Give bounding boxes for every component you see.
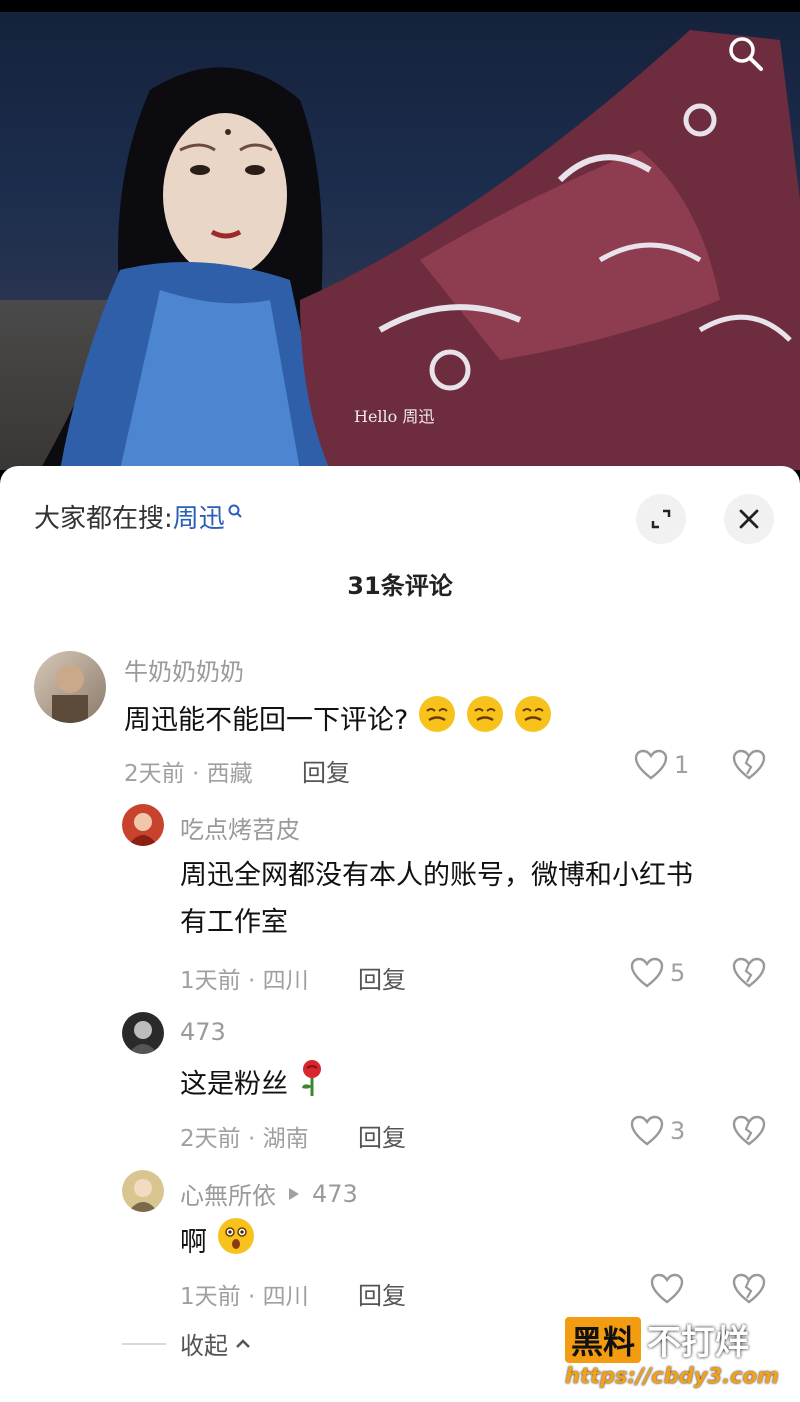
reply-arrow-icon: [289, 1187, 299, 1200]
hot-search-prefix: 大家都在搜:: [34, 504, 173, 534]
like-button[interactable]: 1: [634, 749, 689, 781]
comment-text: 啊: [180, 1216, 256, 1271]
like-button[interactable]: 5: [630, 957, 685, 989]
smiling-face-emoji: [417, 694, 555, 749]
like-button[interactable]: [650, 1273, 690, 1305]
reply-button[interactable]: 回复: [358, 1118, 406, 1153]
comment-text: 周迅全网都没有本人的账号，微博和小红书 有工作室: [180, 852, 693, 946]
watermark: 黑料 不打烊 https://cbdy3.com: [565, 1315, 780, 1388]
dislike-button[interactable]: [732, 749, 766, 785]
watermark-box-text: 黑料: [565, 1316, 642, 1363]
avatar[interactable]: [122, 1170, 164, 1212]
dislike-button[interactable]: [732, 957, 766, 993]
reply-button[interactable]: 回复: [358, 1276, 406, 1311]
broken-heart-icon: [732, 957, 766, 988]
broken-heart-icon: [732, 1115, 766, 1146]
close-icon: [739, 509, 759, 529]
comment-username[interactable]: 心無所依: [180, 1176, 276, 1211]
avatar[interactable]: [122, 804, 164, 846]
comment-text: 这是粉丝: [180, 1058, 327, 1113]
reply-button[interactable]: 回复: [302, 753, 350, 788]
comment-username-row: 心無所依 473: [180, 1176, 358, 1211]
like-count: 1: [674, 751, 690, 779]
hot-search-link[interactable]: 大家都在搜:周迅: [34, 498, 243, 535]
like-count: 3: [670, 1117, 686, 1145]
watermark-logo: 黑料 不打烊: [565, 1315, 780, 1364]
broken-heart-icon: [732, 1273, 766, 1304]
expand-icon: [651, 509, 671, 529]
comment-time-location: 2天前 · 湖南: [180, 1126, 309, 1152]
dislike-button[interactable]: [732, 1273, 766, 1309]
comment-username[interactable]: 吃点烤苕皮: [180, 810, 300, 845]
dislike-button[interactable]: [732, 1115, 766, 1151]
heart-icon: [650, 1273, 684, 1304]
search-icon: [227, 498, 243, 528]
like-button[interactable]: 3: [630, 1115, 685, 1147]
video-frame-illustration: [40, 30, 800, 470]
comment-text-content: 这是粉丝: [180, 1069, 288, 1100]
comment-text: 周迅能不能回一下评论?: [124, 694, 555, 749]
video-player[interactable]: Hello 周迅: [0, 0, 800, 470]
comment-text-line: 周迅全网都没有本人的账号，微博和小红书: [180, 860, 693, 891]
comment-time-location: 2天前 · 西藏: [124, 761, 253, 787]
rose-emoji: [297, 1058, 327, 1113]
expand-button[interactable]: [636, 494, 686, 544]
comment-username[interactable]: 牛奶奶奶奶: [124, 652, 244, 687]
reply-to-username[interactable]: 473: [312, 1180, 358, 1208]
reply-button[interactable]: 回复: [358, 960, 406, 995]
broken-heart-icon: [732, 749, 766, 780]
avatar[interactable]: [122, 1012, 164, 1054]
like-count: 5: [670, 959, 686, 987]
watermark-side-text: 不打烊: [647, 1323, 750, 1363]
avatar[interactable]: [34, 651, 106, 723]
comment-time-location: 1天前 · 四川: [180, 1284, 309, 1310]
comment-text-line: 有工作室: [180, 907, 288, 938]
comment-username[interactable]: 473: [180, 1018, 226, 1046]
comment-text-content: 啊: [180, 1227, 207, 1258]
video-caption: Hello 周迅: [354, 407, 435, 426]
comment-time-location: 1天前 · 四川: [180, 968, 309, 994]
divider: [122, 1342, 166, 1345]
heart-icon: [630, 957, 664, 988]
hot-search-keyword[interactable]: 周迅: [173, 504, 225, 534]
search-icon[interactable]: [726, 34, 766, 74]
surprised-face-emoji: [216, 1216, 256, 1271]
collapse-label: 收起: [180, 1332, 228, 1360]
watermark-url: https://cbdy3.com: [565, 1364, 779, 1388]
comment-text-content: 周迅能不能回一下评论?: [124, 705, 409, 736]
collapse-replies-button[interactable]: 收起: [122, 1326, 252, 1361]
heart-icon: [630, 1115, 664, 1146]
heart-icon: [634, 749, 668, 780]
comment-count: 31条评论: [347, 572, 453, 600]
close-button[interactable]: [724, 494, 774, 544]
chevron-up-icon: [236, 1338, 250, 1348]
